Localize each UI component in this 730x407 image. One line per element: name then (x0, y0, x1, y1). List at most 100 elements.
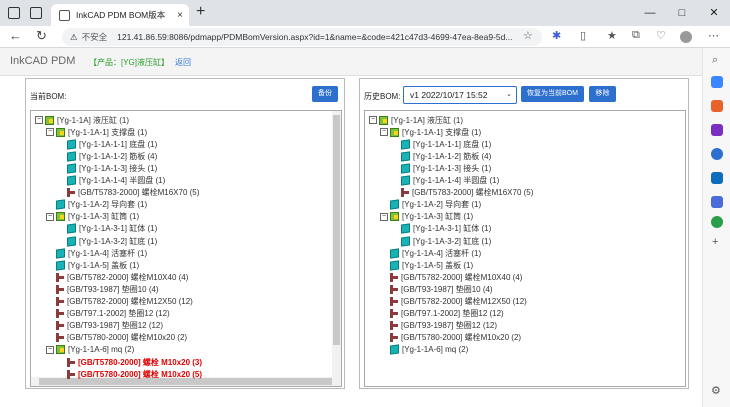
tree-node[interactable]: [Yg-1-1A-2] 导向套 (1) (380, 199, 481, 211)
profile-icon[interactable] (8, 7, 20, 19)
standard-part-icon (56, 321, 64, 331)
tree-icon[interactable] (711, 216, 723, 228)
close-window-button[interactable]: ✕ (698, 0, 730, 26)
remove-button[interactable]: 移除 (589, 86, 616, 102)
tree-node[interactable]: [Yg-1-1A-2] 导向套 (1) (46, 199, 147, 211)
part-cube-icon (401, 175, 410, 186)
add-icon[interactable]: + (712, 236, 718, 248)
favorites-icon[interactable]: ★ (607, 29, 617, 42)
tree-node[interactable]: [GB/T5780-2000] 螺栓M10x20 (2) (46, 332, 187, 344)
send-icon[interactable] (711, 196, 723, 208)
tree-node[interactable]: [Yg-1-1A-1-2] 筋板 (4) (57, 150, 157, 162)
collapse-toggle-icon[interactable]: − (46, 345, 54, 354)
split-screen-icon[interactable]: ▯ (580, 29, 586, 42)
tree-node[interactable]: [GB/T5783-2000] 螺栓M16X70 (5) (57, 187, 199, 199)
tree-node[interactable]: [GB/T93-1987] 垫圈10 (4) (380, 283, 493, 295)
tree-node[interactable]: [GB/T97.1-2002] 垫圈12 (12) (46, 308, 170, 320)
tree-node-label: [Yg-1-1A-1] 支撑盘 (1) (402, 127, 482, 137)
part-cube-icon (67, 151, 76, 162)
tree-node[interactable]: [Yg-1-1A-1-4] 半圆盘 (1) (391, 175, 499, 187)
tree-node[interactable]: − [Yg-1-1A-3] 缸筒 (1) (380, 211, 473, 223)
tree-node[interactable]: − [Yg-1-1A] 液压缸 (1) (35, 114, 129, 126)
tree-node[interactable]: [Yg-1-1A-1-1] 底盘 (1) (57, 138, 157, 150)
tree-node[interactable]: [GB/T5782-2000] 螺栓M10X40 (4) (380, 271, 522, 283)
back-link[interactable]: 返回 (175, 57, 191, 68)
tree-node[interactable]: − [Yg-1-1A] 液压缸 (1) (369, 114, 463, 126)
collapse-toggle-icon[interactable]: − (380, 212, 388, 221)
refresh-icon[interactable]: ↻ (36, 28, 47, 44)
tree-node[interactable]: [Yg-1-1A-3-2] 缸底 (1) (57, 235, 157, 247)
collections-icon[interactable]: ⧉ (632, 29, 640, 42)
tree-node[interactable]: [Yg-1-1A-3-2] 缸底 (1) (391, 235, 491, 247)
tree-node[interactable]: [Yg-1-1A-6] mq (2) (380, 344, 468, 356)
shopping-tag-icon[interactable] (711, 76, 723, 88)
collapse-toggle-icon[interactable]: − (369, 116, 377, 124)
new-tab-button[interactable]: + (196, 3, 205, 21)
tree-node[interactable]: [Yg-1-1A-4] 活塞杆 (1) (380, 247, 481, 259)
tree-node[interactable]: [Yg-1-1A-4] 活塞杆 (1) (46, 247, 147, 259)
tree-node[interactable]: [Yg-1-1A-3-1] 缸体 (1) (57, 223, 157, 235)
standard-part-icon (401, 188, 409, 198)
collapse-toggle-icon[interactable]: − (380, 128, 388, 137)
tree-node[interactable]: [GB/T93-1987] 垫圈10 (4) (46, 283, 159, 295)
tree-node[interactable]: [Yg-1-1A-1-3] 接头 (1) (391, 162, 491, 174)
back-arrow-icon[interactable]: ← (9, 28, 22, 43)
collapse-toggle-icon[interactable]: − (46, 128, 54, 137)
tree-node[interactable]: − [Yg-1-1A-6] mq (2) (46, 344, 134, 356)
tab-actions-icon[interactable] (30, 7, 42, 19)
browser-tab[interactable]: InkCAD PDM BOM版本 × (51, 4, 189, 26)
maximize-button[interactable]: □ (666, 0, 698, 26)
minimize-button[interactable]: — (634, 0, 666, 26)
part-cube-icon (401, 139, 410, 150)
tree-node[interactable]: [GB/T5780-2000] 螺栓 M10x20 (3) (57, 356, 202, 368)
tree-node[interactable]: [GB/T5782-2000] 螺栓M12X50 (12) (46, 296, 193, 308)
extension-icon[interactable]: ✱ (552, 29, 561, 42)
more-menu-icon[interactable]: ⋯ (708, 29, 719, 42)
tree-node[interactable]: [Yg-1-1A-5] 盖板 (1) (46, 259, 139, 271)
tools-icon[interactable] (711, 100, 723, 112)
outlook-icon[interactable] (711, 172, 723, 184)
tree-node[interactable]: [Yg-1-1A-5] 盖板 (1) (380, 259, 473, 271)
tab-close-icon[interactable]: × (177, 10, 183, 21)
tree-node[interactable]: [GB/T5780-2000] 螺栓M10x20 (2) (380, 332, 521, 344)
tree-node[interactable]: [GB/T97.1-2002] 垫圈12 (12) (380, 308, 504, 320)
standard-part-icon (56, 284, 64, 294)
current-bom-panel: 当前BOM: 备份 − [Yg-1-1A] 液压缸 (1) − [Yg-1-1A-1]… (25, 78, 345, 389)
favorite-star-icon[interactable]: ☆ (523, 29, 533, 42)
search-icon[interactable]: ⌕ (712, 54, 718, 67)
copilot-icon[interactable] (711, 148, 723, 160)
tree-node[interactable]: − [Yg-1-1A-1] 支撑盘 (1) (46, 126, 147, 138)
tree-node[interactable]: [Yg-1-1A-3-1] 缸体 (1) (391, 223, 491, 235)
backup-button[interactable]: 备份 (312, 86, 338, 102)
tree-node[interactable]: − [Yg-1-1A-1] 支撑盘 (1) (380, 126, 481, 138)
tree-node[interactable]: [GB/T93-1987] 垫圈12 (12) (380, 320, 497, 332)
collapse-toggle-icon[interactable]: − (46, 212, 54, 221)
part-cube-icon (390, 199, 399, 210)
standard-part-icon (67, 369, 75, 379)
tree-node[interactable]: [GB/T5782-2000] 螺栓M12X50 (12) (380, 296, 527, 308)
product-label: 【产品：[YG]液压缸】 (89, 58, 170, 67)
games-icon[interactable] (711, 124, 723, 136)
restore-current-bom-button[interactable]: 恢复为当前BOM (521, 86, 584, 102)
tree-node[interactable]: [GB/T5783-2000] 螺栓M16X70 (5) (391, 187, 533, 199)
address-bar[interactable]: ⚠ 不安全 121.41.86.59:8086/pdmapp/PDMBomVer… (62, 28, 542, 46)
part-cube-icon (67, 163, 76, 174)
collapse-toggle-icon[interactable]: − (35, 116, 43, 124)
tree-vertical-scrollbar[interactable] (332, 111, 341, 386)
app-header: InkCAD PDM 【产品：[YG]液压缸】 返回 (0, 48, 702, 76)
tree-node[interactable]: [Yg-1-1A-1-1] 底盘 (1) (391, 138, 491, 150)
tree-node-label: [Yg-1-1A-3-2] 缸底 (1) (413, 236, 492, 246)
browser-essentials-icon[interactable]: ♡ (656, 29, 666, 42)
tree-node-label: [GB/T97.1-2002] 垫圈12 (12) (401, 309, 504, 319)
tree-node[interactable]: [Yg-1-1A-1-3] 接头 (1) (57, 162, 157, 174)
version-select[interactable]: v1 2022/10/17 15:52 ⌄ (403, 86, 517, 104)
tree-node[interactable]: [GB/T93-1987] 垫圈12 (12) (46, 320, 163, 332)
tree-node[interactable]: [Yg-1-1A-1-2] 筋板 (4) (391, 150, 491, 162)
page-content: InkCAD PDM 【产品：[YG]液压缸】 返回 当前BOM: 备份 − [Y… (0, 48, 702, 407)
settings-gear-icon[interactable]: ⚙ (711, 384, 721, 397)
tree-node[interactable]: [GB/T5782-2000] 螺栓M10X40 (4) (46, 271, 188, 283)
profile-avatar-icon[interactable] (680, 31, 692, 43)
tree-node[interactable]: [Yg-1-1A-1-4] 半圆盘 (1) (57, 175, 165, 187)
tree-node[interactable]: [GB/T5780-2000] 螺栓 M10x20 (5) (57, 368, 202, 380)
tree-node[interactable]: − [Yg-1-1A-3] 缸筒 (1) (46, 211, 139, 223)
